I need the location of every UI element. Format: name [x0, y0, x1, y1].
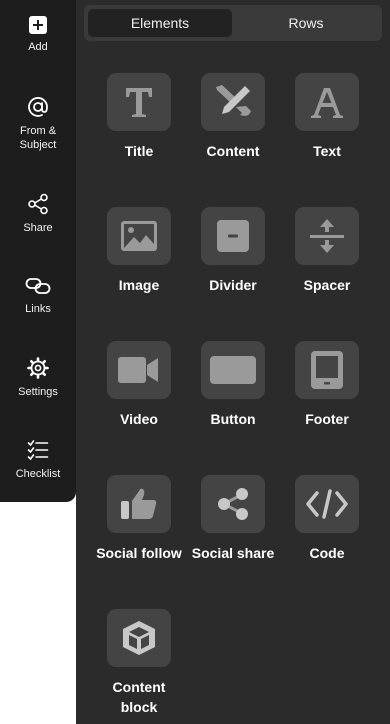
thumbs-up-icon: [121, 488, 157, 519]
left-sidebar: Add From & Subject Share Links Settings …: [0, 0, 76, 502]
spacer-icon: [310, 219, 344, 253]
element-label: Divider: [209, 277, 257, 293]
element-footer[interactable]: Footer: [282, 341, 372, 429]
image-icon: [121, 221, 157, 251]
element-label: Video: [120, 411, 158, 427]
element-content-block[interactable]: Content block: [94, 609, 184, 717]
title-icon: [126, 88, 152, 117]
at-icon: [28, 97, 48, 117]
sidebar-item-label: Checklist: [15, 468, 61, 480]
element-text[interactable]: Text: [282, 73, 372, 161]
element-social-share[interactable]: Social share: [188, 475, 278, 563]
element-divider[interactable]: Divider: [188, 207, 278, 295]
sidebar-item-label: Share: [23, 222, 53, 234]
element-label: Footer: [305, 411, 349, 427]
element-title[interactable]: Title: [94, 73, 184, 161]
tab-bar: Elements Rows: [84, 5, 382, 41]
add-icon: [29, 16, 47, 34]
sidebar-item-label: Add: [28, 41, 48, 53]
checklist-icon: [27, 440, 49, 460]
tab-elements[interactable]: Elements: [88, 9, 232, 37]
element-video[interactable]: Video: [94, 341, 184, 429]
text-icon: [311, 88, 343, 118]
element-content[interactable]: Content: [188, 73, 278, 161]
sidebar-item-add[interactable]: Add: [0, 16, 76, 54]
element-social-follow[interactable]: Social follow: [94, 475, 184, 563]
sidebar-item-settings[interactable]: Settings: [0, 357, 76, 399]
element-label: Spacer: [303, 277, 351, 293]
element-label: Social share: [191, 545, 275, 561]
footer-icon: [311, 351, 343, 389]
button-icon: [210, 356, 256, 384]
element-label: Content: [206, 143, 260, 159]
element-code[interactable]: Code: [282, 475, 372, 563]
gear-icon: [27, 357, 49, 379]
element-label: Title: [124, 143, 154, 159]
sidebar-item-share[interactable]: Share: [0, 193, 76, 235]
cube-icon: [123, 621, 155, 655]
element-label: Content block: [112, 679, 166, 715]
tab-rows[interactable]: Rows: [234, 9, 378, 37]
sidebar-item-label: Settings: [18, 386, 58, 398]
element-label: Text: [313, 143, 341, 159]
sidebar-item-checklist[interactable]: Checklist: [0, 439, 76, 481]
video-camera-icon: [118, 357, 158, 383]
divider-icon: [217, 220, 249, 252]
element-label: Code: [309, 545, 345, 561]
sidebar-item-from-subject[interactable]: From & Subject: [0, 96, 76, 152]
element-label: Social follow: [96, 545, 182, 561]
element-button[interactable]: Button: [188, 341, 278, 429]
pencil-icon: [216, 85, 251, 116]
element-spacer[interactable]: Spacer: [282, 207, 372, 295]
code-icon: [306, 489, 348, 519]
element-image[interactable]: Image: [94, 207, 184, 295]
sidebar-item-links[interactable]: Links: [0, 276, 76, 316]
share-nodes-icon: [218, 488, 248, 520]
sidebar-item-label: From & Subject: [19, 125, 57, 151]
share-icon: [28, 193, 48, 215]
sidebar-item-label: Links: [25, 303, 51, 315]
link-icon: [25, 278, 51, 294]
element-label: Button: [210, 411, 256, 427]
element-label: Image: [118, 277, 160, 293]
elements-panel: Elements Rows Title Content Text Image D…: [76, 0, 390, 724]
